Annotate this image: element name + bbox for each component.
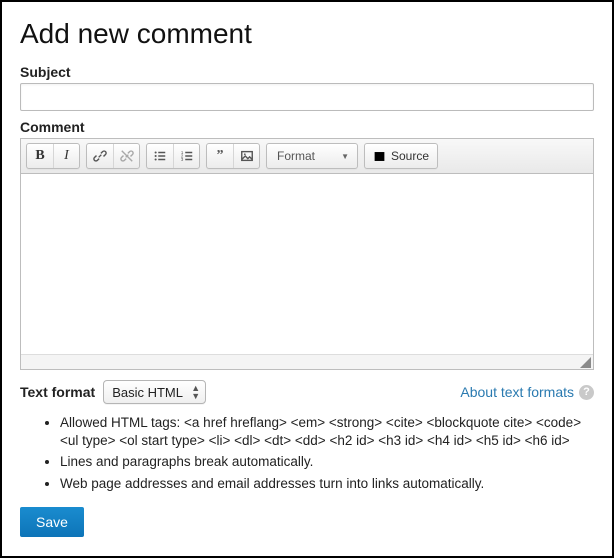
source-button[interactable]: Source [365,144,437,168]
about-text-formats-link[interactable]: About text formats ? [460,384,594,400]
bulleted-list-icon [153,149,167,163]
image-button[interactable] [233,144,259,168]
numbered-list-icon: 1 2 3 [180,149,194,163]
blockquote-button[interactable]: ” [207,144,233,168]
subject-label: Subject [20,64,594,80]
format-dropdown[interactable]: Format ▼ [267,144,357,168]
link-icon [93,149,107,163]
image-icon [240,149,254,163]
italic-button[interactable]: I [53,144,79,168]
format-dropdown-label: Format [277,149,315,163]
comment-editor: B I [20,138,594,370]
unlink-button[interactable] [113,144,139,168]
unlink-icon [120,149,134,163]
editor-toolbar: B I [21,139,593,174]
comment-label: Comment [20,119,594,135]
subject-input[interactable] [20,83,594,111]
text-format-tips: Allowed HTML tags: <a href hreflang> <em… [20,414,594,493]
text-format-label: Text format [20,384,95,400]
about-text-formats-label: About text formats [460,384,574,400]
source-icon [373,150,386,163]
list-item: Web page addresses and email addresses t… [60,475,594,493]
editor-resize-handle[interactable] [21,354,593,369]
list-item: Allowed HTML tags: <a href hreflang> <em… [60,414,594,450]
page-title: Add new comment [20,18,594,50]
comment-form-frame: Add new comment Subject Comment B I [0,0,614,558]
help-icon: ? [579,385,594,400]
text-format-select[interactable]: Basic HTML [103,380,206,404]
numbered-list-button[interactable]: 1 2 3 [173,144,199,168]
comment-body-input[interactable] [21,174,593,354]
save-button[interactable]: Save [20,507,84,537]
bulleted-list-button[interactable] [147,144,173,168]
bold-button[interactable]: B [27,144,53,168]
source-button-label: Source [391,149,429,163]
svg-text:3: 3 [180,157,183,162]
blockquote-icon: ” [217,152,224,160]
link-button[interactable] [87,144,113,168]
list-item: Lines and paragraphs break automatically… [60,453,594,471]
chevron-down-icon: ▼ [341,152,349,161]
